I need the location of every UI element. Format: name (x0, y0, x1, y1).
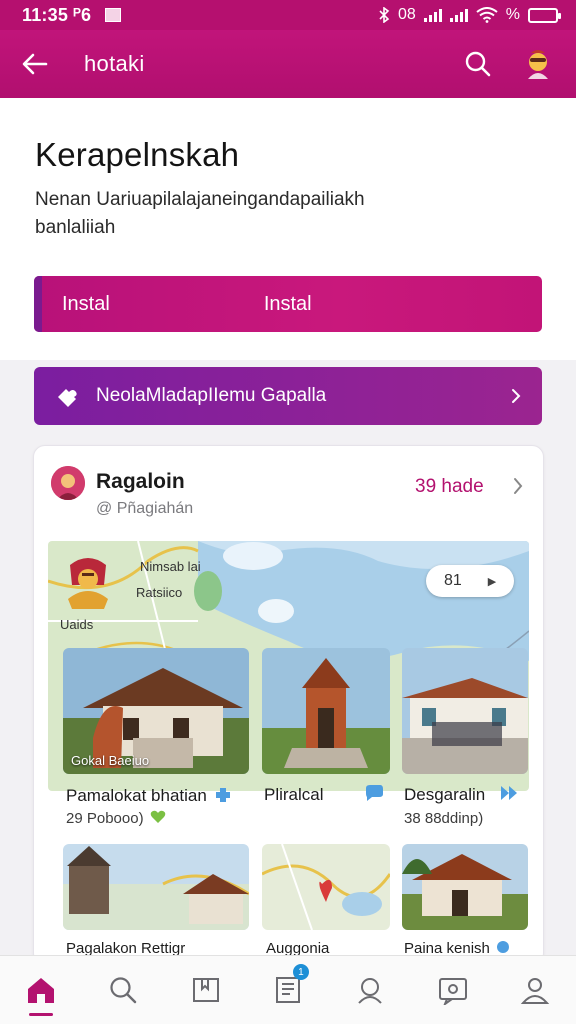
nav-feed[interactable]: 1 (247, 956, 329, 1024)
install-label-secondary: Instal (263, 292, 312, 315)
active-indicator (29, 1013, 54, 1016)
chevron-right-icon[interactable] (512, 476, 524, 501)
promo-label: NeolaMladapIIemu Gapalla (96, 385, 327, 406)
heart-icon (150, 810, 166, 828)
place-thumbnail[interactable] (262, 844, 390, 930)
map-logo-icon (64, 555, 112, 616)
place-title-text: Desgaralin (404, 784, 486, 804)
thumbnail-caption: Gokal Baeiuo (71, 753, 150, 768)
play-icon: ▶ (487, 575, 497, 588)
channel-count-link[interactable]: 39 hade (415, 476, 484, 498)
user-avatar-button[interactable] (518, 44, 558, 84)
place-thumbnail[interactable]: Gokal Baeiuo (63, 648, 249, 774)
notification-icon (105, 8, 122, 22)
nav-home[interactable] (0, 956, 82, 1024)
avatar-icon (528, 50, 548, 79)
profile-icon (520, 978, 550, 1004)
battery-icon (528, 7, 561, 23)
status-time: 11:35 ᴾ6 (22, 4, 92, 25)
app-title: hotaki (84, 51, 145, 76)
map-label: Nimsab lai (140, 559, 201, 574)
home-icon (28, 978, 55, 1003)
page-title: Kerapelnskah (35, 136, 240, 173)
map-label: Ratsiico (136, 585, 183, 600)
puzzle-badge-icon (213, 784, 233, 809)
back-arrow-icon (22, 53, 48, 75)
nav-messages[interactable] (411, 956, 493, 1024)
place-subtitle-text: 29 Pobooo) (66, 810, 144, 827)
install-edge (34, 276, 42, 332)
chat-bubble-icon (364, 784, 384, 807)
network-text: 08 (397, 6, 416, 23)
place-title[interactable]: Desgaralin (404, 784, 519, 807)
bottom-navigation: 1 (0, 955, 576, 1024)
battery-percent: % (505, 6, 520, 23)
bookmark-frame-icon (192, 978, 219, 1002)
message-icon (438, 978, 467, 1005)
content-card: Ragaloin @ Pñagiahán 39 hade Nimsab lai … (33, 445, 544, 965)
bluetooth-icon (379, 7, 390, 23)
search-button[interactable] (460, 46, 496, 82)
place-thumbnail[interactable] (402, 648, 528, 774)
place-title[interactable]: Pliralcal (264, 784, 384, 807)
place-thumbnail[interactable] (63, 844, 249, 930)
place-title-text: Pamalokat bhatian (66, 785, 207, 805)
channel-name[interactable]: Ragaloin (96, 470, 185, 494)
puzzle-icon (54, 384, 80, 408)
nav-library[interactable] (165, 956, 247, 1024)
nav-search[interactable] (82, 956, 164, 1024)
notification-badge: 1 (292, 964, 309, 980)
forward-icon (499, 784, 519, 807)
channel-avatar[interactable] (51, 466, 85, 500)
map-pill-value: 81 (444, 572, 462, 589)
search-icon (465, 51, 491, 77)
signal-icon (423, 8, 442, 22)
place-thumbnail[interactable] (402, 844, 528, 930)
map-play-pill[interactable]: 81 ▶ (426, 565, 514, 597)
status-bar: 11:35 ᴾ6 08 % (0, 0, 576, 30)
page-description: Nenan Uariuapilalajaneingandapailiakh ba… (35, 189, 365, 238)
place-title[interactable]: Pamalokat bhatian (66, 784, 233, 809)
install-label: Instal (62, 292, 110, 315)
app-bar: hotaki (0, 30, 576, 98)
place-subtitle: 29 Pobooo) (66, 810, 166, 828)
app-detail-header: Kerapelnskah Nenan Uariuapilalajaneingan… (0, 98, 576, 360)
install-button[interactable]: Instal Instal (34, 276, 542, 332)
nav-community[interactable] (329, 956, 411, 1024)
place-title-text: Pliralcal (264, 784, 324, 804)
channel-handle: @ Pñagiahán (96, 500, 194, 517)
promo-banner[interactable]: NeolaMladapIIemu Gapalla (34, 367, 542, 425)
chevron-right-icon (510, 387, 522, 405)
map-label: Uaids (60, 617, 94, 632)
wifi-icon (476, 7, 498, 23)
signal-icon-2 (449, 8, 468, 22)
place-thumbnail[interactable] (262, 648, 390, 774)
back-button[interactable] (0, 30, 70, 98)
place-subtitle: 38 88ddinp) (404, 810, 484, 827)
search-icon (110, 977, 137, 1004)
nav-profile[interactable] (494, 956, 576, 1024)
people-icon (358, 978, 383, 1004)
